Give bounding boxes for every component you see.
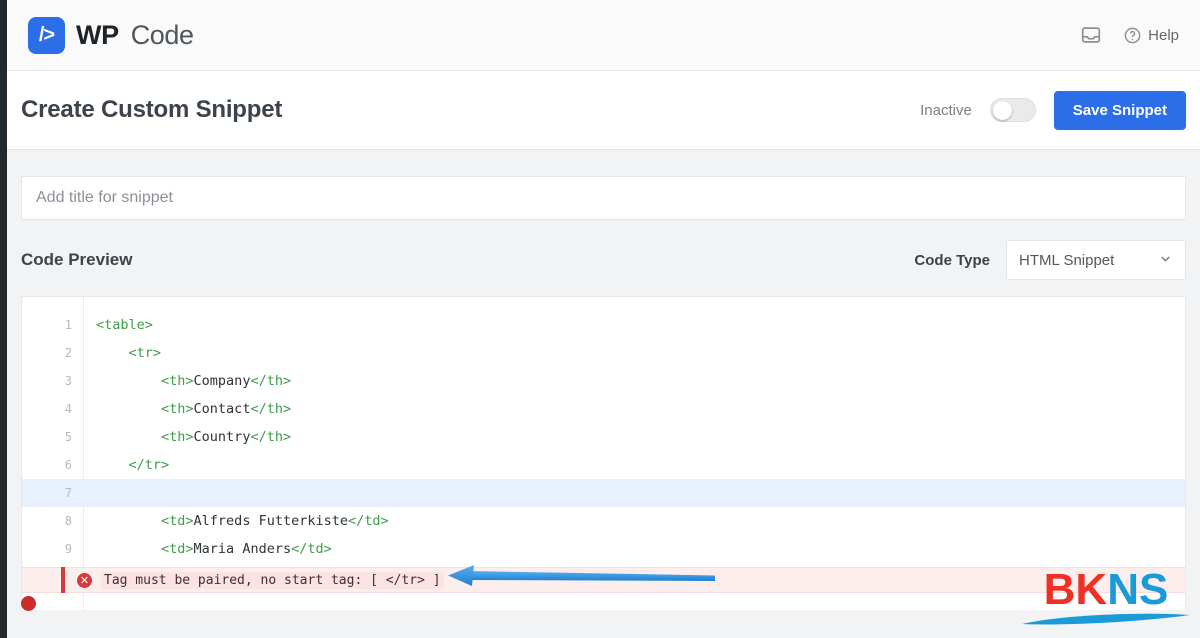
error-accent-bar xyxy=(61,567,65,593)
code-type-label: Code Type xyxy=(914,252,990,269)
editor-code-lines[interactable]: 1<table>2 <tr>3 <th>Company</th>4 <th>Co… xyxy=(22,311,1185,591)
inbox-icon[interactable] xyxy=(1080,24,1102,46)
snippet-active-toggle[interactable] xyxy=(990,98,1036,122)
line-number: 6 xyxy=(22,458,84,472)
titlebar-actions: Inactive Save Snippet xyxy=(920,91,1186,130)
line-number: 1 xyxy=(22,318,84,332)
code-line[interactable]: 4 <th>Contact</th> xyxy=(22,395,1185,423)
code-editor[interactable]: 1<table>2 <tr>3 <th>Company</th>4 <th>Co… xyxy=(21,296,1186,618)
code-type-control: Code Type HTML Snippet xyxy=(914,240,1186,280)
brand-mark-glyph: /> xyxy=(39,24,54,47)
code-text: <tr> xyxy=(84,345,161,361)
code-text: <th>Contact</th> xyxy=(84,401,291,417)
brand-name-light: Code xyxy=(119,20,194,50)
code-text: <td>Alfreds Futterkiste</td> xyxy=(84,513,389,529)
snippet-status-label: Inactive xyxy=(920,102,972,119)
code-slash-icon: /> xyxy=(28,17,65,54)
code-line[interactable]: 7 xyxy=(22,479,1185,507)
code-preview-header: Code Preview Code Type HTML Snippet xyxy=(21,240,1186,280)
question-circle-icon xyxy=(1123,26,1142,45)
bkns-part1: BK xyxy=(1044,565,1108,614)
snippet-title-input[interactable] xyxy=(21,176,1186,220)
line-number: 8 xyxy=(22,514,84,528)
toggle-knob xyxy=(993,101,1012,120)
bkns-watermark: BKNS xyxy=(1020,568,1192,632)
code-line[interactable]: 6 </tr> xyxy=(22,451,1185,479)
code-text: <td>Maria Anders</td> xyxy=(84,541,332,557)
line-number: 5 xyxy=(22,430,84,444)
brand-name: WPCode xyxy=(76,20,194,51)
error-message: Tag must be paired, no start tag: [ </tr… xyxy=(101,572,444,589)
wpcode-snippet-editor-screen: /> WPCode Help xyxy=(0,0,1200,638)
help-label: Help xyxy=(1148,27,1179,44)
code-preview-heading: Code Preview xyxy=(21,250,133,270)
line-number: 2 xyxy=(22,346,84,360)
error-circle-icon: ✕ xyxy=(77,573,92,588)
code-line[interactable]: 3 <th>Company</th> xyxy=(22,367,1185,395)
app-header: /> WPCode Help xyxy=(7,0,1200,71)
code-line[interactable]: 9 <td>Maria Anders</td> xyxy=(22,535,1185,563)
snippet-title-field-wrap xyxy=(21,176,1186,220)
error-gutter-marker xyxy=(21,596,36,611)
help-link[interactable]: Help xyxy=(1123,26,1179,45)
bkns-wordmark: BKNS xyxy=(1020,568,1192,612)
code-text: </tr> xyxy=(84,457,169,473)
code-text: <th>Country</th> xyxy=(84,429,291,445)
page-title: Create Custom Snippet xyxy=(21,96,282,124)
page-titlebar: Create Custom Snippet Inactive Save Snip… xyxy=(7,71,1200,150)
code-type-value: HTML Snippet xyxy=(1019,252,1114,269)
save-snippet-button[interactable]: Save Snippet xyxy=(1054,91,1186,130)
line-number: 3 xyxy=(22,374,84,388)
brand-logo[interactable]: /> WPCode xyxy=(28,17,194,54)
page-content: Code Preview Code Type HTML Snippet 1<ta… xyxy=(7,150,1200,638)
code-line[interactable]: 8 <td>Alfreds Futterkiste</td> xyxy=(22,507,1185,535)
code-type-select[interactable]: HTML Snippet xyxy=(1006,240,1186,280)
brand-name-bold: WP xyxy=(76,20,119,50)
line-number: 7 xyxy=(22,486,84,500)
code-line[interactable]: 5 <th>Country</th> xyxy=(22,423,1185,451)
bkns-swoosh-icon xyxy=(1020,612,1192,628)
code-line[interactable]: 2 <tr> xyxy=(22,339,1185,367)
wp-admin-sidebar-edge xyxy=(0,0,7,638)
bkns-part2: NS xyxy=(1107,565,1168,614)
code-text: <th>Company</th> xyxy=(84,373,291,389)
line-number: 4 xyxy=(22,402,84,416)
chevron-down-icon xyxy=(1158,251,1173,270)
editor-error-row: ✕ Tag must be paired, no start tag: [ </… xyxy=(22,567,1185,593)
code-text: <table> xyxy=(84,317,153,333)
header-actions: Help xyxy=(1080,24,1179,46)
code-line[interactable]: 1<table> xyxy=(22,311,1185,339)
line-number: 9 xyxy=(22,542,84,556)
